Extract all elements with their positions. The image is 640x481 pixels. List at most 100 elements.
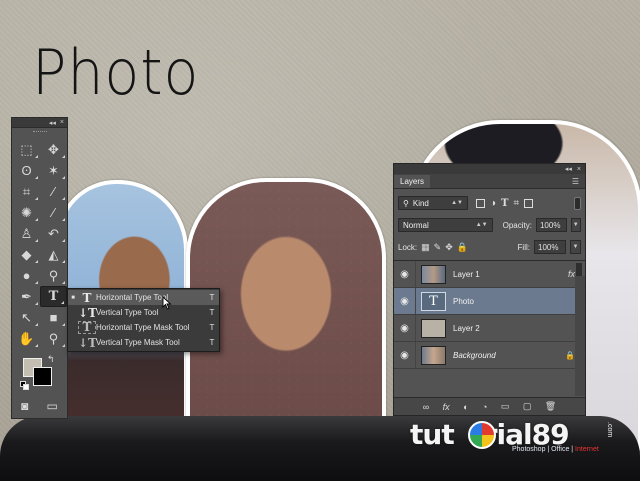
- fill-slider-toggle[interactable]: ▼: [570, 240, 581, 254]
- pen-tool-icon[interactable]: ✒: [13, 286, 40, 307]
- swap-colors-icon[interactable]: ↰: [47, 354, 55, 365]
- layer-row-layer-2[interactable]: ◉ Layer 2: [394, 315, 585, 342]
- trash-icon[interactable]: 🗑: [545, 401, 556, 412]
- layer-thumbnail: [421, 264, 446, 284]
- flyout-corner-indicator: [35, 197, 38, 200]
- pixel-filter-icon[interactable]: [476, 198, 485, 208]
- layers-footer: ∞ fx ◐ ◔ ▭ ▢ 🗑: [394, 397, 585, 415]
- rectangle-tool-icon[interactable]: ■: [40, 307, 67, 328]
- clone-stamp-tool-icon[interactable]: ♙: [13, 223, 40, 244]
- crop-tool-icon[interactable]: ⌗: [13, 181, 40, 202]
- eraser-tool-icon[interactable]: ◆: [13, 244, 40, 265]
- text-layer-thumbnail-icon: T: [421, 291, 446, 311]
- tab-layers[interactable]: Layers: [394, 175, 431, 188]
- layer-name: Photo: [453, 296, 474, 306]
- visibility-eye-icon[interactable]: ◉: [394, 261, 416, 287]
- lock-label: Lock:: [398, 242, 418, 252]
- history-brush-tool-icon[interactable]: ↶: [40, 223, 67, 244]
- screen-mode-icon[interactable]: ▭: [47, 399, 58, 413]
- type-tool-icon[interactable]: T: [40, 286, 67, 307]
- layer-row-background[interactable]: ◉ Background 🔒: [394, 342, 585, 369]
- close-icon[interactable]: ×: [60, 119, 64, 126]
- blend-mode-select[interactable]: Normal ▲▼: [398, 218, 493, 232]
- lock-row: Lock: ▦ ✎ ✥ 🔒 Fill: 100% ▼: [394, 236, 585, 258]
- layer-filter-row: ⚲ Kind ▲▼ ◑ T ⌗: [394, 192, 585, 214]
- vertical-type-icon: ↓T: [78, 305, 97, 320]
- watermark-tagline: Photoshop | Office | Internet: [512, 446, 599, 453]
- layer-row-layer-1[interactable]: ◉ Layer 1 fx: [394, 261, 585, 288]
- close-icon[interactable]: ×: [577, 166, 581, 173]
- hand-tool-icon[interactable]: ✋: [13, 328, 40, 349]
- marquee-tool-icon[interactable]: ⬚: [13, 139, 40, 160]
- dodge-tool-icon[interactable]: ⚲: [40, 265, 67, 286]
- vertical-type-mask-icon: ↓T: [78, 335, 97, 350]
- fill-input[interactable]: 100%: [534, 240, 566, 254]
- panel-menu-icon[interactable]: ☰: [572, 177, 579, 186]
- layer-thumbnail: [421, 345, 446, 365]
- lock-transparent-icon[interactable]: ▦: [421, 242, 430, 253]
- filter-toggle[interactable]: [574, 196, 581, 210]
- lock-image-icon[interactable]: ✎: [434, 242, 442, 253]
- add-mask-icon[interactable]: ◐: [463, 402, 468, 412]
- flyout-item-horizontal-type[interactable]: ■ T Horizontal Type Tool T: [68, 290, 219, 305]
- type-filter-icon[interactable]: T: [501, 198, 508, 209]
- magic-wand-tool-icon[interactable]: ✶: [40, 160, 67, 181]
- layer-thumbnail: [421, 318, 446, 338]
- brush-tool-icon[interactable]: ⁄: [40, 202, 67, 223]
- flyout-item-shortcut: T: [209, 308, 215, 317]
- adjustment-layer-icon[interactable]: ◔: [482, 402, 487, 412]
- flyout-corner-indicator: [35, 323, 38, 326]
- healing-brush-tool-icon[interactable]: ✺: [13, 202, 40, 223]
- visibility-eye-icon[interactable]: ◉: [394, 288, 416, 314]
- smart-object-filter-icon[interactable]: [524, 198, 534, 208]
- link-layers-icon[interactable]: ∞: [423, 402, 429, 412]
- lock-position-icon[interactable]: ✥: [445, 242, 453, 253]
- quick-mask-icon[interactable]: ◙: [21, 399, 28, 413]
- layer-name: Background: [453, 350, 496, 360]
- path-selection-tool-icon[interactable]: ↖: [13, 307, 40, 328]
- eyedropper-tool-icon[interactable]: ⁄: [40, 181, 67, 202]
- lock-all-icon[interactable]: 🔒: [457, 242, 468, 253]
- fx-icon[interactable]: fx: [568, 269, 575, 279]
- tools-titlebar[interactable]: ◂◂ ×: [12, 118, 67, 128]
- blur-tool-icon[interactable]: ●: [13, 265, 40, 286]
- flyout-item-shortcut: T: [209, 323, 215, 332]
- layers-titlebar[interactable]: ◂◂ ×: [394, 164, 585, 174]
- watermark-brand-prefix: tut: [410, 418, 455, 451]
- paint-bucket-tool-icon[interactable]: ◭: [40, 244, 67, 265]
- flyout-item-shortcut: T: [209, 293, 215, 302]
- fx-icon[interactable]: fx: [443, 402, 450, 412]
- adjustment-filter-icon[interactable]: ◑: [490, 198, 496, 209]
- opacity-input[interactable]: 100%: [535, 218, 567, 232]
- flyout-item-label: Horizontal Type Tool: [96, 293, 169, 302]
- new-group-icon[interactable]: ▭: [501, 401, 510, 412]
- chevron-down-icon: ▲▼: [475, 222, 488, 228]
- layer-name: Layer 1: [453, 269, 480, 279]
- default-colors-icon[interactable]: [20, 381, 29, 390]
- visibility-eye-icon[interactable]: ◉: [394, 342, 416, 368]
- move-tool-icon[interactable]: ✥: [40, 139, 67, 160]
- flyout-corner-indicator: [35, 260, 38, 263]
- collapse-icon[interactable]: ◂◂: [565, 165, 572, 173]
- background-color-swatch[interactable]: [33, 367, 52, 386]
- opacity-slider-toggle[interactable]: ▼: [570, 218, 581, 232]
- flyout-item-vertical-type-mask[interactable]: ↓T Vertical Type Mask Tool T: [68, 335, 219, 350]
- selected-bullet-icon: ■: [71, 294, 75, 301]
- collapse-icon[interactable]: ◂◂: [49, 119, 56, 127]
- opacity-label: Opacity:: [502, 220, 532, 230]
- visibility-eye-icon[interactable]: ◉: [394, 315, 416, 341]
- zoom-tool-icon[interactable]: ⚲: [40, 328, 67, 349]
- tools-grip[interactable]: [12, 128, 67, 136]
- shape-filter-icon[interactable]: ⌗: [514, 198, 520, 209]
- flyout-item-horizontal-type-mask[interactable]: T Horizontal Type Mask Tool T: [68, 320, 219, 335]
- flyout-corner-indicator: [35, 281, 38, 284]
- new-layer-icon[interactable]: ▢: [523, 401, 532, 412]
- filter-kind-select[interactable]: ⚲ Kind ▲▼: [398, 196, 468, 210]
- layer-row-photo[interactable]: ◉ T Photo: [394, 288, 585, 315]
- flyout-item-vertical-type[interactable]: ↓T Vertical Type Tool T: [68, 305, 219, 320]
- flyout-corner-indicator: [35, 239, 38, 242]
- flyout-corner-indicator: [62, 155, 65, 158]
- flyout-item-shortcut: T: [209, 338, 215, 347]
- layers-scrollbar[interactable]: [575, 276, 585, 396]
- lasso-tool-icon[interactable]: ʘ: [13, 160, 40, 181]
